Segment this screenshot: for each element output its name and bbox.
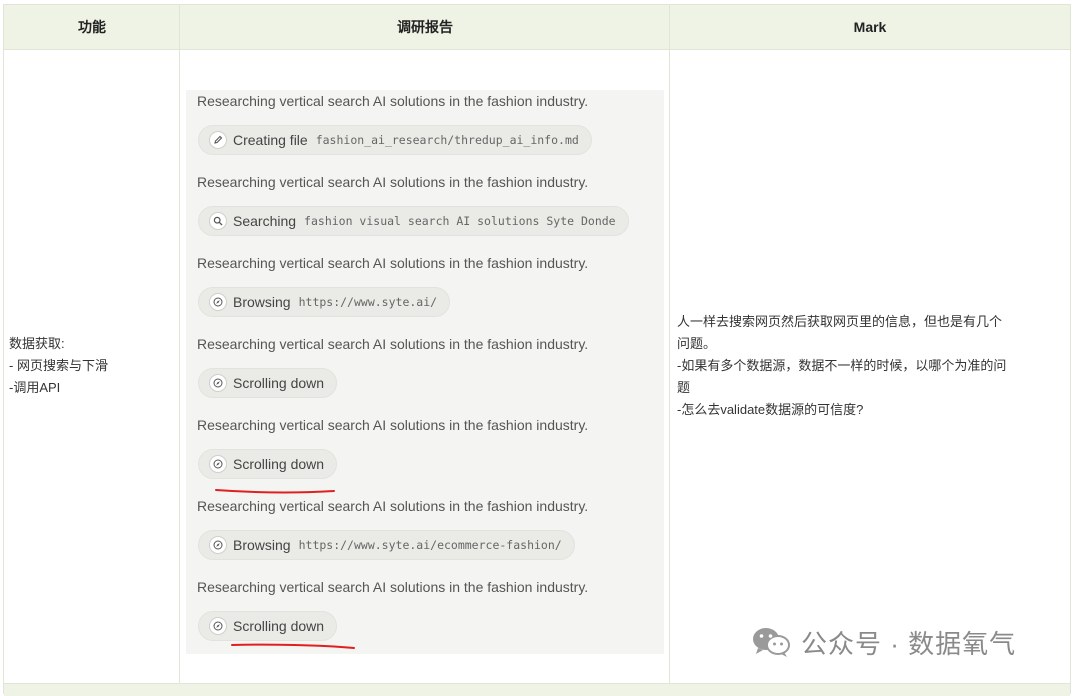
action-label: Scrolling down	[233, 456, 325, 472]
mark-line: 题	[677, 380, 691, 395]
header-mark: Mark	[853, 19, 887, 35]
action-label: Creating file	[233, 132, 308, 148]
next-row-strip	[4, 683, 1070, 696]
mark-line: 人一样去搜索网页然后获取网页里的信息，但也是有几个	[677, 314, 1003, 329]
wechat-icon	[753, 628, 790, 657]
compass-icon	[209, 374, 227, 392]
status-message: Researching vertical search AI solutions…	[197, 174, 589, 190]
status-message: Researching vertical search AI solutions…	[197, 255, 589, 271]
search-icon	[209, 212, 227, 230]
agent-activity-screenshot: Researching vertical search AI solutions…	[186, 90, 664, 654]
mark-line: 问题。	[677, 336, 717, 351]
feature-line: -调用API	[9, 380, 61, 395]
red-underline-annotation	[215, 489, 335, 494]
action-pill-scrolling[interactable]: Scrolling down	[198, 368, 338, 398]
action-label: Browsing	[233, 294, 291, 310]
action-pill-browsing[interactable]: Browsing https://www.syte.ai/	[198, 287, 451, 317]
status-message: Researching vertical search AI solutions…	[197, 93, 589, 109]
compass-icon	[209, 536, 227, 554]
status-message: Researching vertical search AI solutions…	[197, 417, 589, 433]
watermark-text: 公众号 · 数据氧气	[801, 628, 1017, 659]
red-underline-annotation	[231, 643, 355, 649]
action-label: Scrolling down	[233, 618, 325, 634]
action-label: Browsing	[233, 537, 291, 553]
edit-icon	[209, 131, 227, 149]
action-pill-scrolling[interactable]: Scrolling down	[198, 449, 338, 479]
action-argument: fashion visual search AI solutions Syte …	[304, 214, 616, 228]
header-feature: 功能	[78, 19, 106, 35]
action-pill-browsing[interactable]: Browsing https://www.syte.ai/ecommerce-f…	[198, 530, 575, 560]
compass-icon	[209, 455, 227, 473]
status-message: Researching vertical search AI solutions…	[197, 579, 589, 595]
action-label: Scrolling down	[233, 375, 325, 391]
action-pill-scrolling[interactable]: Scrolling down	[198, 611, 338, 641]
compass-icon	[209, 617, 227, 635]
feature-line: 数据获取:	[9, 336, 65, 351]
action-pill-searching[interactable]: Searching fashion visual search AI solut…	[198, 206, 629, 236]
compass-icon	[209, 293, 227, 311]
watermark: 公众号 · 数据氧气	[751, 620, 1016, 664]
mark-line: -怎么去validate数据源的可信度?	[677, 402, 864, 417]
feature-line: - 网页搜索与下滑	[9, 358, 108, 373]
column-divider	[669, 5, 670, 695]
mark-line: -如果有多个数据源，数据不一样的时候，以哪个为准的问	[677, 358, 1007, 373]
action-pill-creating-file[interactable]: Creating file fashion_ai_research/thredu…	[198, 125, 592, 155]
mark-cell: 人一样去搜索网页然后获取网页里的信息，但也是有几个 问题。 -如果有多个数据源，…	[677, 311, 1063, 421]
status-message: Researching vertical search AI solutions…	[197, 498, 589, 514]
action-argument: fashion_ai_research/thredup_ai_info.md	[315, 133, 579, 147]
column-divider	[179, 5, 180, 695]
status-message: Researching vertical search AI solutions…	[197, 336, 589, 352]
table-header-row: 功能 调研报告 Mark	[4, 5, 1070, 50]
feature-cell: 数据获取: - 网页搜索与下滑 -调用API	[9, 333, 177, 399]
action-argument: https://www.syte.ai/ecommerce-fashion/	[298, 538, 562, 552]
header-research-report: 调研报告	[397, 19, 453, 35]
action-argument: https://www.syte.ai/	[298, 295, 438, 309]
action-label: Searching	[233, 213, 297, 229]
